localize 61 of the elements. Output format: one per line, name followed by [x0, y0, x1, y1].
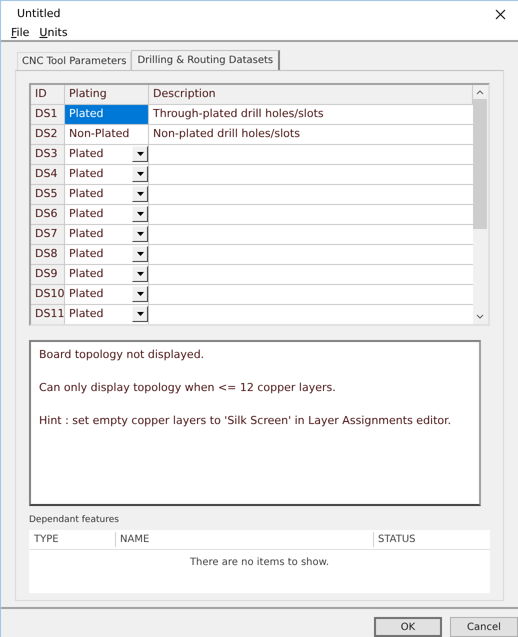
scrollbar-thumb[interactable]: [473, 98, 488, 228]
ok-button[interactable]: OK: [374, 617, 442, 637]
caret-icon: [136, 272, 144, 276]
menu-item[interactable]: File: [11, 25, 30, 42]
table-cell[interactable]: Plated: [69, 186, 104, 202]
table-cell[interactable]: Through-plated drill holes/slots: [149, 104, 473, 124]
empty-message: There are no items to show.: [190, 556, 330, 570]
dropdown-button[interactable]: [132, 286, 148, 302]
dropdown-button[interactable]: [132, 146, 148, 162]
column-header[interactable]: Plating: [65, 84, 149, 104]
row-header[interactable]: DS6: [31, 204, 65, 224]
table-cell[interactable]: Plated: [69, 286, 104, 302]
caret-icon: [136, 172, 144, 176]
dropdown-button[interactable]: [132, 266, 148, 282]
column-header[interactable]: STATUS: [373, 532, 490, 547]
message-text: Board topology not displayed.: [39, 346, 206, 362]
table-cell[interactable]: Plated: [69, 246, 104, 262]
caret-icon: [136, 152, 144, 156]
row-header[interactable]: DS3: [31, 144, 65, 164]
cancel-button[interactable]: Cancel: [450, 617, 518, 637]
message-text: Can only display topology when <= 12 copper layers.: [39, 380, 337, 396]
row-header[interactable]: DS9: [31, 264, 65, 284]
row-header[interactable]: DS1: [31, 104, 65, 124]
dropdown-button[interactable]: [132, 306, 148, 322]
tab[interactable]: CNC Tool Parameters: [17, 52, 132, 70]
row-header[interactable]: DS11: [31, 304, 65, 324]
table-cell[interactable]: Non-plated drill holes/slots: [149, 124, 473, 144]
column-header[interactable]: ID: [31, 84, 65, 104]
table-cell[interactable]: Plated: [69, 266, 104, 282]
dropdown-button[interactable]: [132, 166, 148, 182]
caret-icon: [136, 252, 144, 256]
close-icon[interactable]: [495, 8, 506, 20]
caret-icon: [136, 292, 144, 296]
dropdown-button[interactable]: [132, 186, 148, 202]
window-title: Untitled: [17, 6, 61, 22]
caret-icon: [136, 212, 144, 216]
dropdown-button[interactable]: [132, 246, 148, 262]
table-cell[interactable]: Plated: [69, 146, 104, 162]
caret-icon: [136, 192, 144, 196]
row-header[interactable]: DS2: [31, 124, 65, 144]
caret-icon: [136, 232, 144, 236]
row-header[interactable]: DS10: [31, 284, 65, 304]
table-cell[interactable]: Plated: [69, 166, 104, 182]
caret-icon: [136, 312, 144, 316]
row-header[interactable]: DS5: [31, 184, 65, 204]
scrollbar[interactable]: [472, 84, 488, 324]
row-header[interactable]: DS4: [31, 164, 65, 184]
message-text: Hint : set empty copper layers to 'Silk Screen' in Layer Assignments editor.: [39, 412, 452, 428]
dropdown-button[interactable]: [132, 206, 148, 222]
table-cell[interactable]: Plated: [69, 206, 104, 222]
row-header[interactable]: DS7: [31, 224, 65, 244]
table-cell[interactable]: Plated: [69, 226, 104, 242]
dropdown-button[interactable]: [132, 226, 148, 242]
section-label: Dependant features: [29, 514, 120, 526]
column-header[interactable]: TYPE: [29, 532, 115, 547]
menu-item[interactable]: Units: [39, 25, 68, 42]
tab[interactable]: Drilling & Routing Datasets: [131, 50, 280, 70]
table-cell[interactable]: Non-Plated: [69, 126, 130, 142]
table-cell[interactable]: Plated: [69, 306, 104, 322]
row-header[interactable]: DS8: [31, 244, 65, 264]
column-header[interactable]: NAME: [115, 532, 373, 547]
